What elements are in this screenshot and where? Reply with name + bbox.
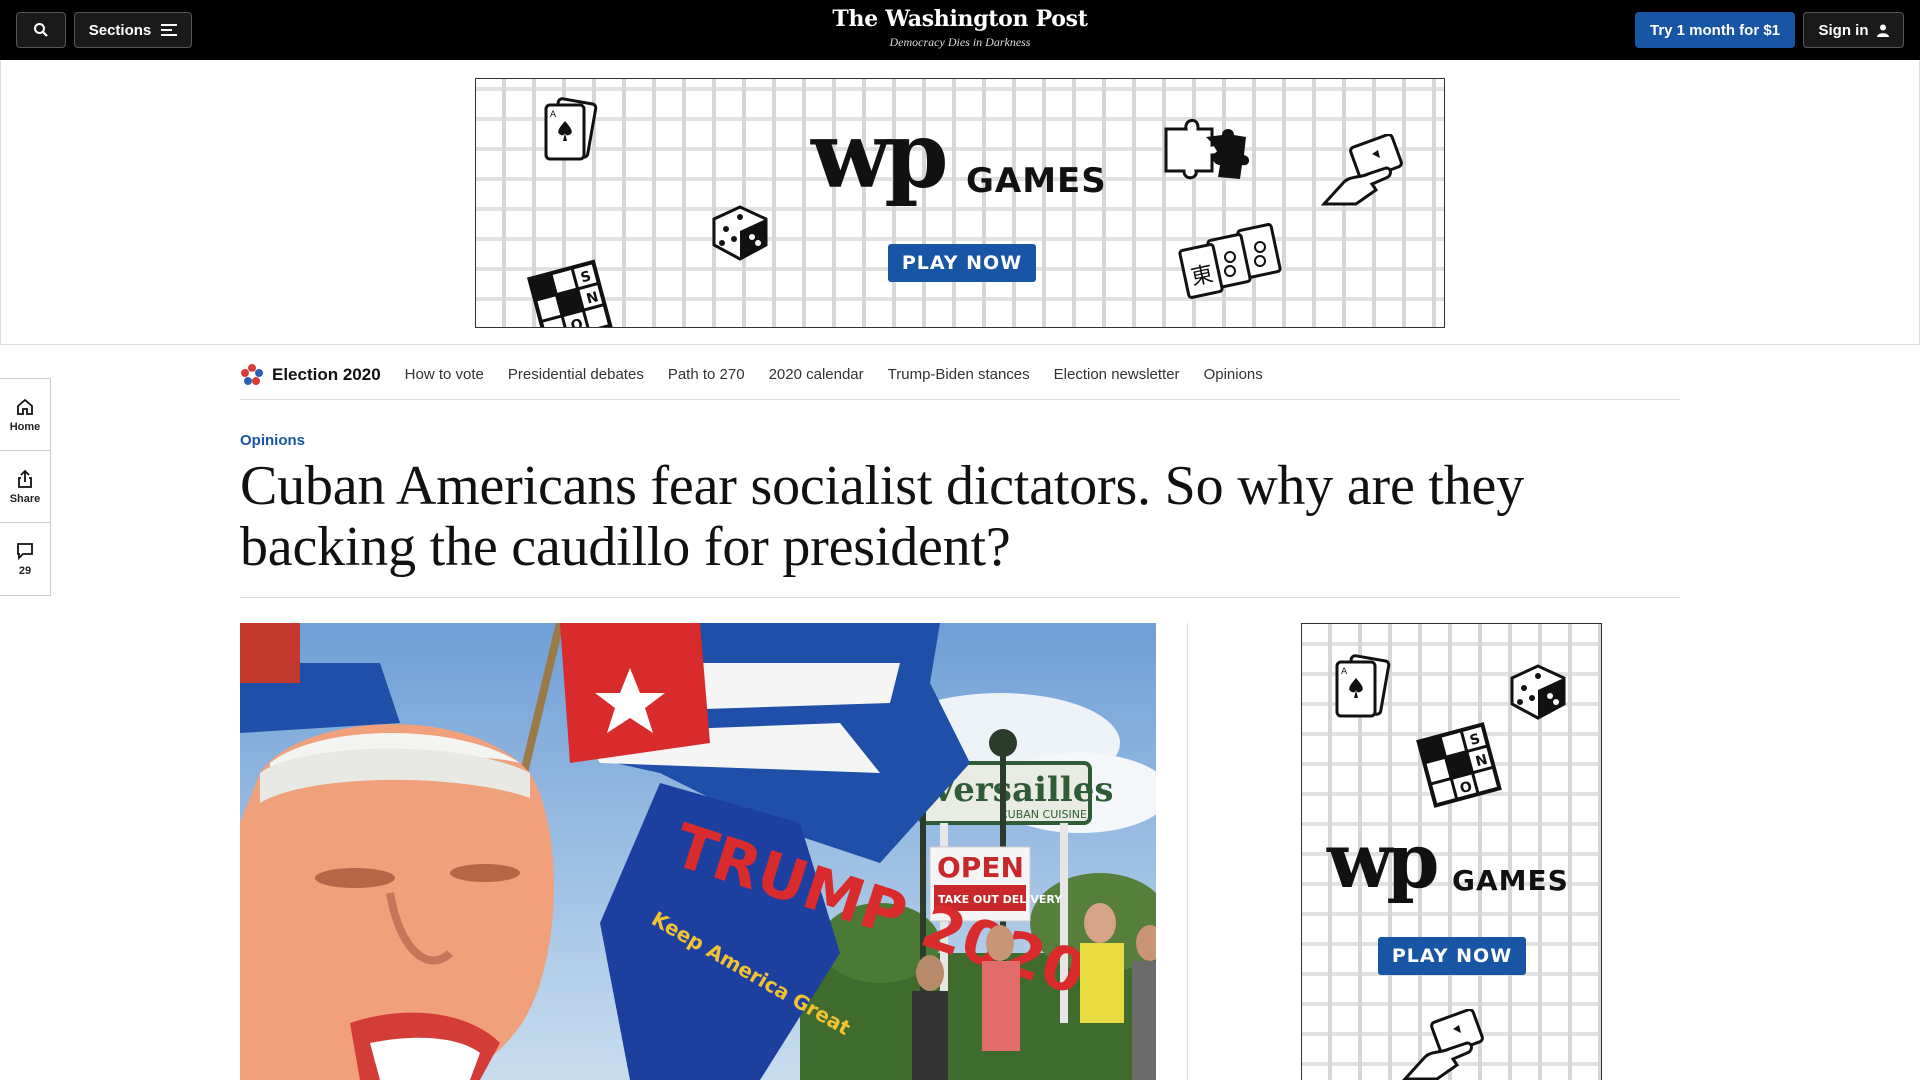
sign-in-label: Sign in [1818, 21, 1869, 39]
search-button[interactable] [16, 12, 66, 48]
dice-icon [1510, 664, 1566, 720]
playing-card-icon: A [1335, 654, 1391, 718]
nav-link-2020-calendar[interactable]: 2020 calendar [769, 366, 864, 383]
masthead-tagline: Democracy Dies in Darkness [889, 35, 1031, 49]
play-now-button[interactable]: PLAY NOW [888, 244, 1036, 282]
hand-card-icon [1402, 1009, 1484, 1080]
rail-share[interactable]: Share [0, 451, 50, 523]
restaurant-sign-sub: CUBAN CUISINE [1000, 808, 1087, 821]
left-rail: Home Share 29 [0, 378, 51, 596]
article-headline: Cuban Americans fear socialist dictators… [240, 455, 1525, 578]
election-brand[interactable]: Election 2020 [240, 363, 381, 387]
rail-comments[interactable]: 29 [0, 523, 50, 595]
sections-label: Sections [88, 21, 152, 39]
rail-share-label: Share [9, 492, 41, 505]
rail-home[interactable]: Home [0, 379, 50, 451]
election-nav: Election 2020 How to vote Presidential d… [240, 350, 1680, 400]
search-icon [34, 23, 48, 37]
share-icon [18, 469, 32, 488]
nav-link-trump-biden-stances[interactable]: Trump-Biden stances [888, 366, 1030, 383]
nav-link-path-to-270[interactable]: Path to 270 [668, 366, 745, 383]
games-ad-banner[interactable]: A S O N wp GAMES PLAY NOW 東 [475, 78, 1445, 328]
sign-in-button[interactable]: Sign in [1803, 12, 1904, 48]
headline-divider [240, 597, 1680, 598]
svg-text:A: A [550, 110, 557, 120]
election-brand-label: Election 2020 [272, 364, 381, 384]
playing-card-icon: A [544, 97, 598, 161]
subscribe-button[interactable]: Try 1 month for $1 [1635, 12, 1795, 48]
home-icon [17, 398, 33, 415]
play-now-button[interactable]: PLAY NOW [1378, 937, 1526, 975]
nav-link-presidential-debates[interactable]: Presidential debates [508, 366, 644, 383]
masthead-logo[interactable]: The Washington Post [760, 6, 1160, 32]
election-star-icon [241, 363, 263, 385]
column-divider [1187, 623, 1188, 1080]
games-label: GAMES [966, 161, 1107, 201]
wp-games-logo: wp [1327, 816, 1440, 905]
open-sign-text: OPEN [937, 851, 1024, 884]
nav-link-how-to-vote[interactable]: How to vote [405, 366, 484, 383]
sections-button[interactable]: Sections [74, 12, 192, 48]
crossword-icon: S O N [1416, 722, 1502, 808]
comment-icon [17, 543, 33, 561]
games-side-ad[interactable]: A S O N wp GAMES PLAY NOW [1301, 623, 1602, 1080]
nav-link-opinions[interactable]: Opinions [1204, 366, 1263, 383]
rail-home-label: Home [9, 420, 41, 433]
nav-link-election-newsletter[interactable]: Election newsletter [1054, 366, 1180, 383]
rally-photo-illustration: Versailles CUBAN CUISINE OPEN TAKE OUT D… [240, 623, 1156, 1080]
lead-photo[interactable]: Versailles CUBAN CUISINE OPEN TAKE OUT D… [240, 623, 1156, 1080]
section-kicker[interactable]: Opinions [240, 432, 305, 449]
dice-icon [712, 205, 768, 261]
hand-card-icon [1320, 134, 1403, 206]
games-label: GAMES [1452, 864, 1569, 897]
comment-count: 29 [18, 565, 32, 577]
crossword-icon: S O N [526, 259, 613, 327]
masthead[interactable]: The Washington Post Democracy Dies in Da… [760, 6, 1160, 50]
top-bar: Sections The Washington Post Democracy D… [0, 0, 1920, 60]
menu-icon [161, 24, 178, 36]
mahjong-tiles-icon: 東 [1178, 223, 1282, 299]
user-icon [1876, 24, 1889, 37]
wp-games-logo: wp [811, 101, 949, 209]
svg-text:A: A [1341, 667, 1348, 677]
puzzle-piece-icon [1164, 119, 1250, 180]
